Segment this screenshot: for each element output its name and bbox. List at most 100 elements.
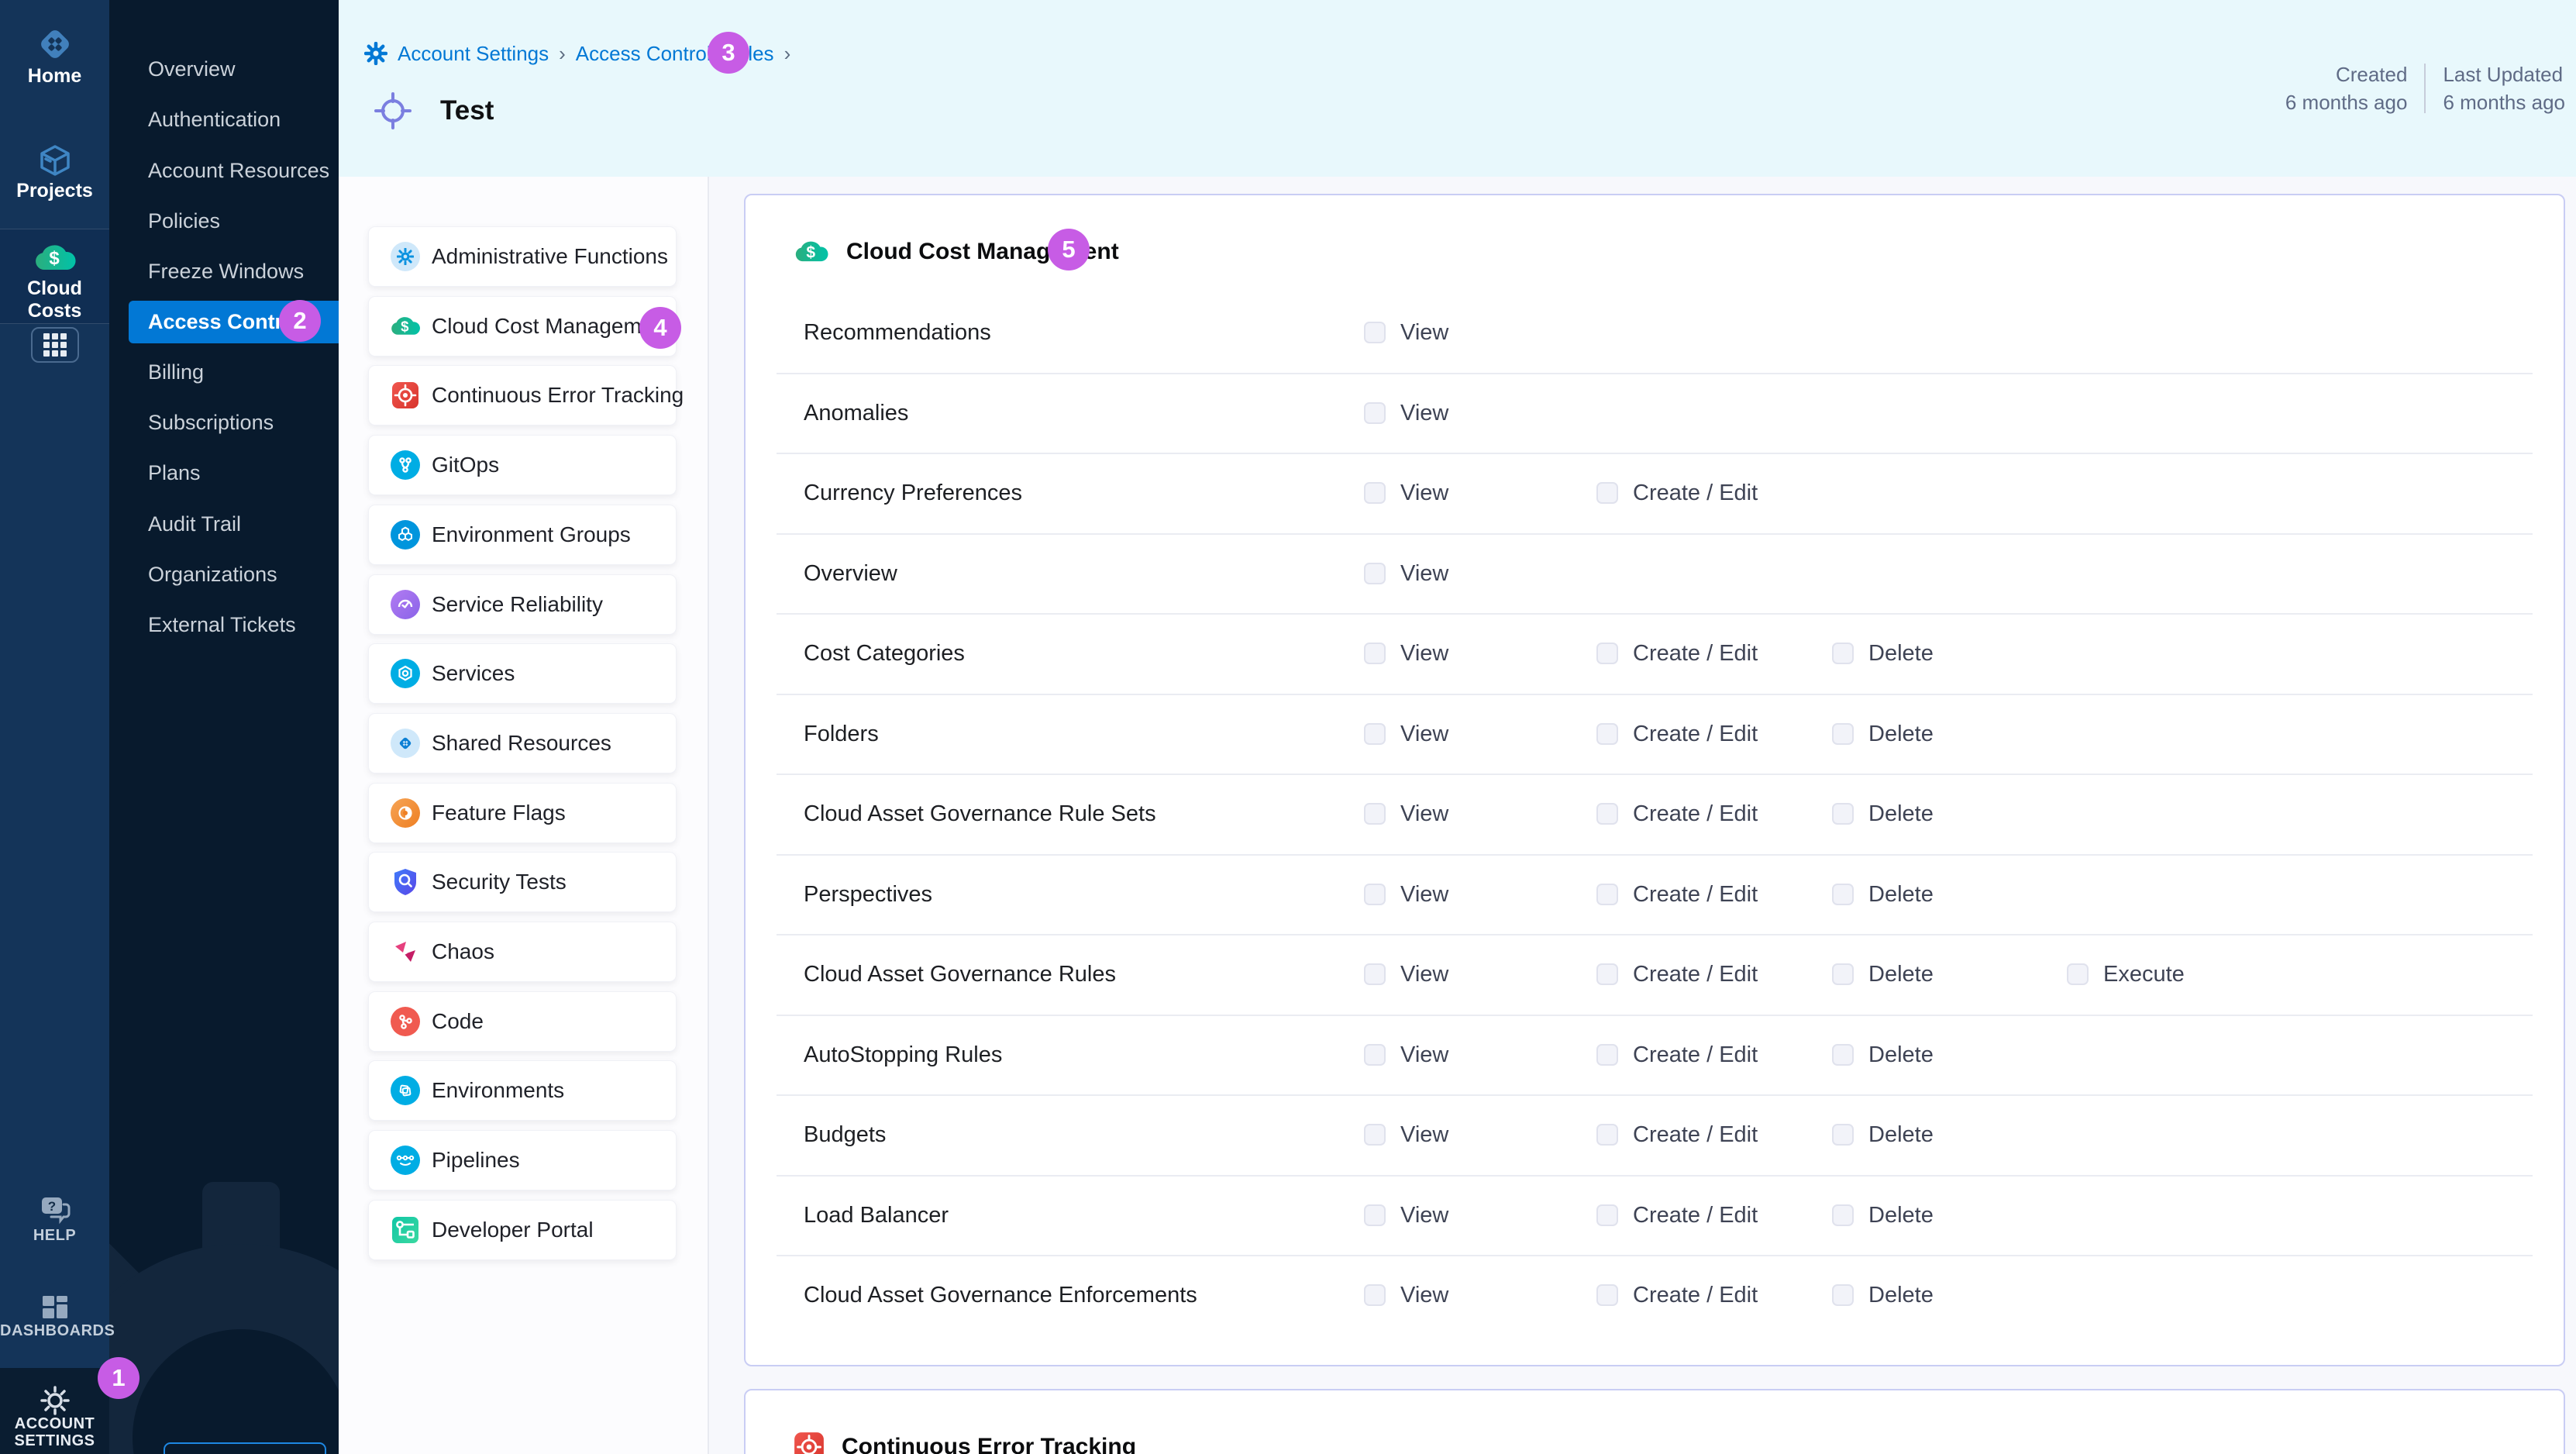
projects-module[interactable] bbox=[0, 143, 109, 181]
permission-view: View bbox=[1364, 292, 1448, 373]
sidebar-item-organizations[interactable]: Organizations bbox=[148, 553, 331, 595]
help-button[interactable]: ? bbox=[0, 1194, 109, 1229]
home-module[interactable] bbox=[0, 26, 109, 66]
module-rail: Home Projects $ Cloud Costs bbox=[0, 0, 109, 1454]
help-label[interactable]: HELP bbox=[0, 1227, 109, 1245]
permission-label: Create / Edit bbox=[1633, 1283, 1758, 1308]
created-label: Created bbox=[2285, 60, 2408, 88]
permission-row: Currency Preferences View Create / Edit bbox=[746, 453, 2564, 533]
permission-label: Delete bbox=[1868, 962, 1934, 987]
view-checkbox[interactable] bbox=[1364, 963, 1386, 985]
delete-checkbox[interactable] bbox=[1832, 1044, 1854, 1066]
create-edit-checkbox[interactable] bbox=[1596, 723, 1618, 745]
category-code[interactable]: Code bbox=[368, 991, 677, 1052]
category-pipelines[interactable]: Pipelines bbox=[368, 1130, 677, 1190]
code-icon bbox=[390, 1006, 421, 1037]
create-edit-checkbox[interactable] bbox=[1596, 482, 1618, 504]
resource-name: AutoStopping Rules bbox=[804, 1015, 1002, 1095]
account-settings-gear-icon bbox=[364, 42, 387, 65]
create-edit-checkbox[interactable] bbox=[1596, 803, 1618, 825]
view-checkbox[interactable] bbox=[1364, 803, 1386, 825]
category-feature-flags[interactable]: Feature Flags bbox=[368, 783, 677, 843]
delete-checkbox[interactable] bbox=[1832, 884, 1854, 905]
view-checkbox[interactable] bbox=[1364, 643, 1386, 664]
permission-delete: Delete bbox=[1832, 1094, 1934, 1175]
category-continuous-error-tracking[interactable]: Continuous Error Tracking bbox=[368, 365, 677, 426]
category-cloud-cost-management[interactable]: $ Cloud Cost Management bbox=[368, 296, 677, 357]
cloud-costs-module[interactable]: $ bbox=[0, 242, 109, 278]
module-switcher-button[interactable] bbox=[31, 327, 79, 363]
bottom-outlined-button[interactable] bbox=[164, 1442, 326, 1454]
permission-label: View bbox=[1400, 962, 1448, 987]
create-edit-checkbox[interactable] bbox=[1596, 1284, 1618, 1306]
permission-view: View bbox=[1364, 934, 1448, 1015]
svg-text:$: $ bbox=[806, 243, 815, 261]
permission-view: View bbox=[1364, 1255, 1448, 1335]
create-edit-checkbox[interactable] bbox=[1596, 643, 1618, 664]
view-checkbox[interactable] bbox=[1364, 1204, 1386, 1226]
sidebar-item-freeze-windows[interactable]: Freeze Windows bbox=[148, 250, 331, 292]
create-edit-checkbox[interactable] bbox=[1596, 963, 1618, 985]
delete-checkbox[interactable] bbox=[1832, 1124, 1854, 1146]
create-edit-checkbox[interactable] bbox=[1596, 1124, 1618, 1146]
view-checkbox[interactable] bbox=[1364, 1284, 1386, 1306]
sidebar-item-account-resources[interactable]: Account Resources bbox=[148, 150, 331, 191]
category-environment-groups[interactable]: Environment Groups bbox=[368, 505, 677, 565]
delete-checkbox[interactable] bbox=[1832, 723, 1854, 745]
account-settings-label-2[interactable]: SETTINGS bbox=[0, 1432, 109, 1450]
cloud-costs-module-label[interactable]: Cloud Costs bbox=[0, 277, 109, 322]
delete-checkbox[interactable] bbox=[1832, 1284, 1854, 1306]
dashboards-label[interactable]: DASHBOARDS bbox=[0, 1322, 109, 1340]
permission-label: View bbox=[1400, 722, 1448, 747]
resource-name: Cloud Asset Governance Rule Sets bbox=[804, 774, 1156, 854]
services-icon bbox=[390, 658, 421, 689]
breadcrumb-account-settings[interactable]: Account Settings bbox=[398, 42, 549, 66]
view-checkbox[interactable] bbox=[1364, 723, 1386, 745]
category-label: Security Tests bbox=[432, 870, 567, 894]
permission-label: View bbox=[1400, 1203, 1448, 1228]
sidebar-item-overview[interactable]: Overview bbox=[148, 48, 331, 90]
category-shared-resources[interactable]: Shared Resources bbox=[368, 713, 677, 774]
sidebar-item-authentication[interactable]: Authentication bbox=[148, 98, 331, 140]
view-checkbox[interactable] bbox=[1364, 322, 1386, 343]
permission-label: View bbox=[1400, 801, 1448, 827]
sidebar-item-external-tickets[interactable]: External Tickets bbox=[148, 604, 331, 646]
sidebar-item-plans[interactable]: Plans bbox=[148, 452, 331, 494]
permission-row: Cloud Asset Governance Rule Sets View Cr… bbox=[746, 774, 2564, 854]
sidebar-item-subscriptions[interactable]: Subscriptions bbox=[148, 401, 331, 443]
create-edit-checkbox[interactable] bbox=[1596, 1204, 1618, 1226]
view-checkbox[interactable] bbox=[1364, 1124, 1386, 1146]
create-edit-checkbox[interactable] bbox=[1596, 884, 1618, 905]
home-module-label[interactable]: Home bbox=[0, 65, 109, 88]
delete-checkbox[interactable] bbox=[1832, 1204, 1854, 1226]
permission-delete: Delete bbox=[1832, 613, 1934, 694]
dashboards-button[interactable] bbox=[0, 1294, 109, 1325]
sidebar-item-audit-trail[interactable]: Audit Trail bbox=[148, 503, 331, 545]
permission-create-edit: Create / Edit bbox=[1596, 1094, 1758, 1175]
category-service-reliability[interactable]: Service Reliability bbox=[368, 574, 677, 635]
view-checkbox[interactable] bbox=[1364, 482, 1386, 504]
view-checkbox[interactable] bbox=[1364, 1044, 1386, 1066]
account-settings-label-1[interactable]: ACCOUNT bbox=[0, 1415, 109, 1433]
sidebar-item-policies[interactable]: Policies bbox=[148, 200, 331, 242]
category-services[interactable]: Services bbox=[368, 643, 677, 704]
delete-checkbox[interactable] bbox=[1832, 963, 1854, 985]
create-edit-checkbox[interactable] bbox=[1596, 1044, 1618, 1066]
projects-module-label[interactable]: Projects bbox=[0, 180, 109, 202]
delete-checkbox[interactable] bbox=[1832, 643, 1854, 664]
execute-checkbox[interactable] bbox=[2067, 963, 2089, 985]
delete-checkbox[interactable] bbox=[1832, 803, 1854, 825]
category-security-tests[interactable]: Security Tests bbox=[368, 852, 677, 912]
administrative-functions-icon bbox=[390, 241, 421, 272]
category-administrative-functions[interactable]: Administrative Functions bbox=[368, 226, 677, 287]
view-checkbox[interactable] bbox=[1364, 884, 1386, 905]
category-environments[interactable]: Environments bbox=[368, 1060, 677, 1121]
sidebar-item-billing[interactable]: Billing bbox=[148, 351, 331, 393]
category-developer-portal[interactable]: Developer Portal bbox=[368, 1200, 677, 1260]
permission-view: View bbox=[1364, 1094, 1448, 1175]
category-chaos[interactable]: Chaos bbox=[368, 922, 677, 982]
view-checkbox[interactable] bbox=[1364, 402, 1386, 424]
permission-row: Cost Categories View Create / Edit Delet… bbox=[746, 613, 2564, 694]
category-gitops[interactable]: GitOps bbox=[368, 435, 677, 495]
view-checkbox[interactable] bbox=[1364, 563, 1386, 584]
